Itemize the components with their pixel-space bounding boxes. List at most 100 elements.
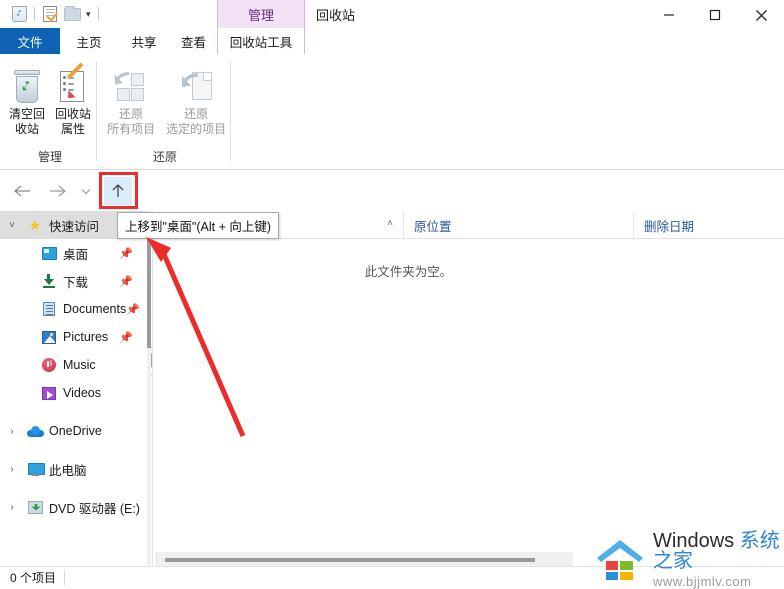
ribbon-group-manage: 清空回 收站 回收站 属性 管理 xyxy=(4,55,96,169)
tab-share[interactable]: 共享 xyxy=(118,28,170,54)
downloads-icon xyxy=(38,274,60,288)
restore-all-items-icon xyxy=(113,64,149,104)
recent-locations-chevron-icon[interactable] xyxy=(76,177,96,205)
sidebar-item-label: DVD 驱动器 (E:) xyxy=(49,501,140,516)
sidebar-item-label: OneDrive xyxy=(49,424,102,438)
ribbon-tab-strip: 文件 主页 共享 查看 回收站工具 ˄ ? xyxy=(0,28,784,83)
toolbar-divider xyxy=(34,7,35,21)
ribbon-group-restore: 还原 所有项目 还原 选定的项目 还原 xyxy=(100,55,230,169)
sidebar-item-desktop[interactable]: 桌面 📌 xyxy=(0,239,150,267)
up-arrow-icon[interactable] xyxy=(104,177,132,205)
watermark-url: www.bjjmlv.com xyxy=(653,574,752,589)
column-header-original-location[interactable]: 原位置 xyxy=(403,211,633,239)
status-divider xyxy=(64,570,66,585)
documents-icon xyxy=(38,302,60,316)
star-icon: ★ xyxy=(28,217,42,233)
title-bar: ▾ 管理 回收站 xyxy=(0,0,784,28)
this-pc-icon xyxy=(24,462,46,476)
restore-all-label-2: 所有项目 xyxy=(107,122,156,136)
sidebar-item-documents[interactable]: Documents 📌 xyxy=(0,295,150,323)
minimize-icon[interactable] xyxy=(646,0,692,30)
empty-folder-message: 此文件夹为空。 xyxy=(153,261,784,280)
sidebar-item-label: 下载 xyxy=(63,275,89,290)
empty-recycle-bin-label-2: 收站 xyxy=(14,122,39,136)
up-button-tooltip: 上移到"桌面"(Alt + 向上键) xyxy=(117,212,280,239)
column-header-label: 删除日期 xyxy=(644,219,695,234)
restore-all-label-1: 还原 xyxy=(119,107,144,121)
recycle-bin-icon[interactable] xyxy=(8,4,30,25)
forward-arrow-icon[interactable] xyxy=(44,177,72,205)
tab-recycle-bin-tools[interactable]: 回收站工具 xyxy=(217,28,305,54)
sidebar-item-label: Videos xyxy=(63,386,101,400)
contextual-tab-header: 管理 xyxy=(217,0,305,28)
chevron-right-icon[interactable]: › xyxy=(0,426,24,437)
tab-view[interactable]: 查看 xyxy=(170,28,217,54)
tab-home[interactable]: 主页 xyxy=(60,28,118,54)
restore-all-items-button[interactable]: 还原 所有项目 xyxy=(100,60,162,145)
sidebar-item-dvd-drive[interactable]: › DVD 驱动器 (E:) xyxy=(0,493,150,521)
tab-recycle-bin-tools-label: 回收站工具 xyxy=(229,35,293,50)
maximize-icon[interactable] xyxy=(692,0,738,30)
chevron-down-icon[interactable]: ▾ xyxy=(83,9,94,20)
watermark-brand: Windows xyxy=(653,530,740,552)
recycle-bin-properties-button[interactable]: 回收站 属性 xyxy=(50,60,96,145)
desktop-icon xyxy=(38,246,60,260)
tab-file[interactable]: 文件 xyxy=(0,28,60,54)
sidebar-item-onedrive[interactable]: › OneDrive xyxy=(0,417,150,445)
pin-icon[interactable]: 📌 xyxy=(119,275,133,288)
restore-selected-items-button[interactable]: 还原 选定的项目 xyxy=(162,60,230,145)
chevron-right-icon[interactable]: › xyxy=(0,502,24,513)
file-list-pane: 名称 ˄ 原位置 删除日期 此文件夹为空。 xyxy=(153,211,784,566)
sidebar-item-pictures[interactable]: Pictures 📌 xyxy=(0,323,150,351)
close-icon[interactable] xyxy=(738,0,784,30)
tab-view-label: 查看 xyxy=(180,35,206,50)
sidebar-item-label: 此电脑 xyxy=(49,463,87,478)
empty-recycle-bin-label-1: 清空回 xyxy=(8,107,45,121)
sidebar-item-music[interactable]: Music xyxy=(0,351,150,379)
pin-icon[interactable]: 📌 xyxy=(119,331,133,344)
recycle-bin-properties-icon xyxy=(59,62,87,104)
chevron-down-icon[interactable]: ˅ xyxy=(0,220,24,231)
restore-selected-label-2: 选定的项目 xyxy=(166,122,227,136)
watermark: Windows 系统之家 www.bjjmlv.com xyxy=(594,531,784,588)
item-count: 0 个项目 xyxy=(10,571,57,585)
dvd-drive-icon xyxy=(24,500,46,514)
horizontal-scrollbar-thumb[interactable] xyxy=(165,558,535,562)
empty-recycle-bin-icon xyxy=(12,64,42,104)
sidebar-item-videos[interactable]: Videos xyxy=(0,379,150,407)
pictures-icon xyxy=(38,330,60,344)
restore-selected-label-1: 还原 xyxy=(184,107,209,121)
navigation-pane: ˅ ★ 快速访问 桌面 📌 下载 📌 Documents 📌 Pictures xyxy=(0,211,150,566)
sidebar-item-this-pc[interactable]: › 此电脑 xyxy=(0,455,150,483)
sidebar-item-label: Pictures xyxy=(63,330,109,344)
tab-share-label: 共享 xyxy=(131,35,157,50)
chevron-right-icon[interactable]: › xyxy=(0,464,24,475)
onedrive-icon xyxy=(24,425,46,437)
windows-house-logo-icon xyxy=(594,537,646,583)
window-controls xyxy=(646,0,784,30)
music-icon xyxy=(38,358,60,372)
new-folder-icon[interactable] xyxy=(61,4,83,25)
videos-icon xyxy=(38,386,60,400)
ribbon-group-divider xyxy=(230,61,231,161)
ribbon-group-restore-label: 还原 xyxy=(152,150,177,164)
pin-icon[interactable]: 📌 xyxy=(126,303,140,316)
sidebar-item-label: 快速访问 xyxy=(49,219,100,234)
recycle-bin-properties-label-2: 属性 xyxy=(60,122,85,136)
empty-folder-text: 此文件夹为空。 xyxy=(364,265,453,279)
sidebar-item-label: Documents xyxy=(63,302,127,316)
sidebar-item-label: 桌面 xyxy=(63,247,89,262)
back-arrow-icon[interactable] xyxy=(8,177,36,205)
sidebar-item-downloads[interactable]: 下载 📌 xyxy=(0,267,150,295)
empty-recycle-bin-button[interactable]: 清空回 收站 xyxy=(4,60,50,145)
sidebar-item-label: Music xyxy=(63,358,96,372)
column-header-label: 原位置 xyxy=(414,219,452,234)
column-header-date-deleted[interactable]: 删除日期 xyxy=(633,211,784,239)
chevron-up-icon[interactable]: ˄ xyxy=(387,218,393,229)
properties-icon[interactable] xyxy=(39,4,61,25)
ribbon: 清空回 收站 回收站 属性 管理 还原 所有项目 还原 选定的项目 还原 xyxy=(0,55,784,170)
navigation-bar: › 回收站 ˅ xyxy=(0,171,784,376)
pin-icon[interactable]: 📌 xyxy=(119,247,133,260)
toolbar-divider xyxy=(97,7,99,21)
tab-home-label: 主页 xyxy=(76,35,102,50)
